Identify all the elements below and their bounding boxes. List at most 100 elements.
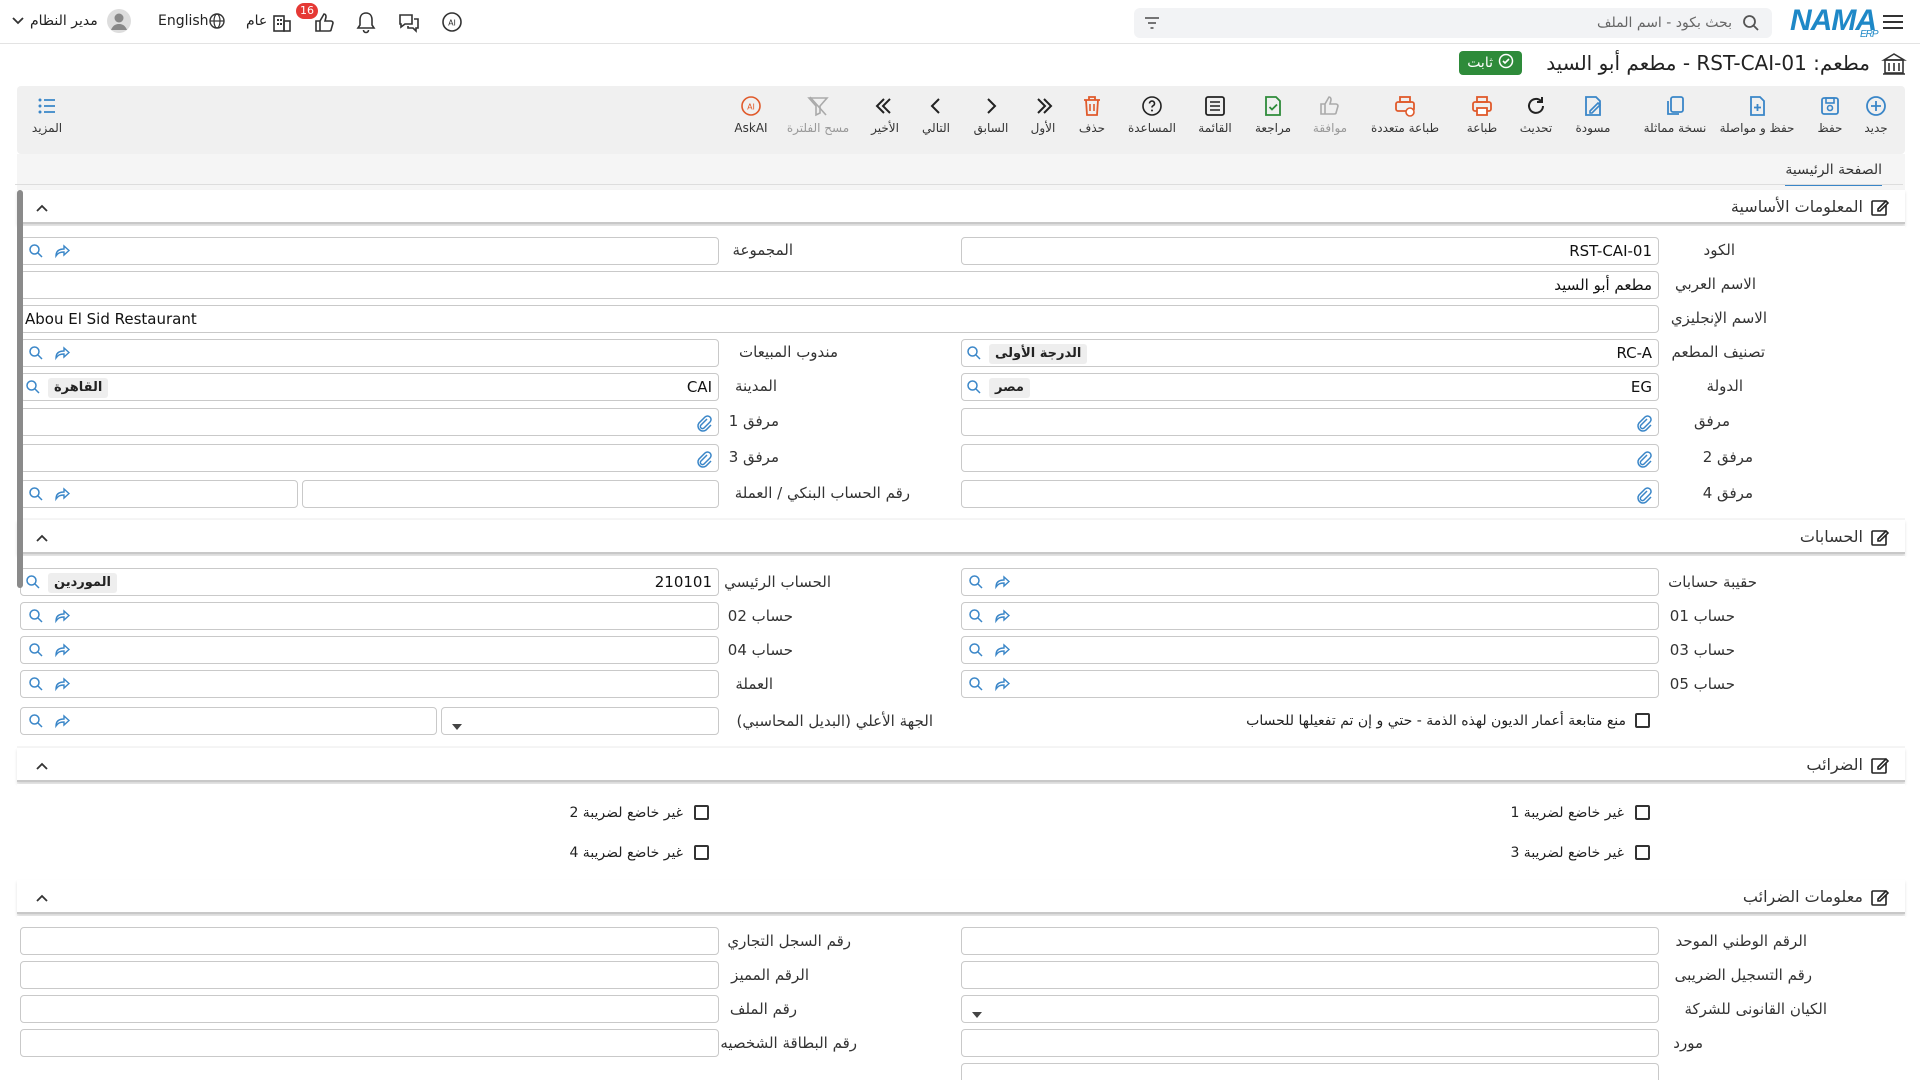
- next-field-partial[interactable]: [961, 1063, 1659, 1080]
- lookup-search-icon[interactable]: [968, 676, 984, 696]
- parent-entity-type-select[interactable]: [441, 707, 719, 735]
- paperclip-icon[interactable]: [1636, 414, 1652, 436]
- tax1-checkbox[interactable]: [1635, 805, 1650, 820]
- more-button[interactable]: المزيد: [17, 94, 77, 135]
- open-link-icon[interactable]: [54, 713, 71, 733]
- lookup-search-icon[interactable]: [28, 676, 44, 696]
- previous-record-button[interactable]: السابق: [961, 94, 1021, 135]
- open-link-icon[interactable]: [994, 676, 1011, 696]
- commercial-reg-field[interactable]: [20, 927, 719, 955]
- acc03-field[interactable]: [961, 636, 1659, 664]
- company-icon[interactable]: [271, 11, 293, 33]
- clear-filter-button[interactable]: مسح الفلترة: [787, 94, 849, 135]
- open-link-icon[interactable]: [54, 486, 71, 506]
- lookup-search-icon[interactable]: [968, 642, 984, 662]
- next-record-button[interactable]: التالي: [906, 94, 966, 135]
- caret-down-icon[interactable]: [972, 1005, 982, 1023]
- lookup-search-icon[interactable]: [28, 243, 44, 263]
- file-no-field[interactable]: [20, 995, 719, 1023]
- avatar[interactable]: [106, 8, 132, 34]
- chat-icon[interactable]: [397, 10, 421, 34]
- scope-label[interactable]: عام: [246, 13, 267, 29]
- lookup-search-icon[interactable]: [28, 345, 44, 365]
- arabic-name-field[interactable]: مطعم أبو السيد: [20, 271, 1659, 299]
- id-card-field[interactable]: [20, 1029, 719, 1057]
- caret-down-icon[interactable]: [452, 717, 462, 735]
- open-link-icon[interactable]: [994, 642, 1011, 662]
- portfolio-field[interactable]: [961, 568, 1659, 596]
- sales-rep-field[interactable]: [20, 339, 719, 367]
- help-button[interactable]: المساعدة: [1122, 94, 1182, 135]
- lookup-search-icon[interactable]: [968, 574, 984, 594]
- bank-account-number-field[interactable]: [302, 480, 719, 508]
- ai-assistant-icon[interactable]: AI: [440, 10, 464, 34]
- user-name[interactable]: مدير النظام: [30, 13, 98, 29]
- list-button[interactable]: القائمة: [1185, 94, 1245, 135]
- open-link-icon[interactable]: [54, 608, 71, 628]
- lookup-search-icon[interactable]: [25, 574, 41, 594]
- chevron-up-icon[interactable]: [35, 199, 49, 217]
- group-field[interactable]: [20, 237, 719, 265]
- tax2-checkbox[interactable]: [694, 805, 709, 820]
- paperclip-icon[interactable]: [696, 450, 712, 472]
- lookup-search-icon[interactable]: [28, 486, 44, 506]
- tax-reg-field[interactable]: [961, 961, 1659, 989]
- hamburger-menu-icon[interactable]: [1882, 12, 1904, 32]
- approve-button[interactable]: موافقة: [1300, 94, 1360, 135]
- attachment-field[interactable]: [961, 408, 1659, 436]
- prevent-aging-checkbox[interactable]: [1635, 713, 1650, 728]
- acc02-field[interactable]: [20, 602, 719, 630]
- code-field[interactable]: RST-CAI-01: [961, 237, 1659, 265]
- review-button[interactable]: مراجعة: [1243, 94, 1303, 135]
- refresh-button[interactable]: تحديث: [1506, 94, 1566, 135]
- tax3-checkbox[interactable]: [1635, 845, 1650, 860]
- city-field[interactable]: CAI القاهرة: [20, 373, 719, 401]
- chevron-up-icon[interactable]: [35, 529, 49, 547]
- attachment2-field[interactable]: [961, 444, 1659, 472]
- tab-main[interactable]: الصفحة الرئيسية: [1785, 162, 1882, 186]
- bank-currency-field[interactable]: [20, 480, 298, 508]
- open-link-icon[interactable]: [54, 676, 71, 696]
- save-continue-button[interactable]: حفظ و مواصلة: [1720, 94, 1794, 135]
- lookup-search-icon[interactable]: [28, 642, 44, 662]
- open-link-icon[interactable]: [54, 642, 71, 662]
- open-link-icon[interactable]: [54, 243, 71, 263]
- draft-button[interactable]: مسودة: [1563, 94, 1623, 135]
- parent-entity-field[interactable]: [20, 707, 437, 735]
- acc04-field[interactable]: [20, 636, 719, 664]
- nama-logo[interactable]: NAMA ERP: [1790, 4, 1879, 40]
- globe-icon[interactable]: [208, 12, 226, 30]
- chevron-up-icon[interactable]: [35, 757, 49, 775]
- classification-field[interactable]: RC-A الدرجة الأولى: [961, 339, 1659, 367]
- askai-button[interactable]: AI AskAI: [721, 94, 781, 135]
- currency-field[interactable]: [20, 670, 719, 698]
- last-record-button[interactable]: الأخير: [855, 94, 915, 135]
- lookup-search-icon[interactable]: [28, 713, 44, 733]
- attachment3-field[interactable]: [20, 444, 719, 472]
- scrollbar-thumb[interactable]: [17, 190, 23, 588]
- attachment1-field[interactable]: [20, 408, 719, 436]
- country-field[interactable]: EG مصر: [961, 373, 1659, 401]
- lookup-search-icon[interactable]: [28, 608, 44, 628]
- paperclip-icon[interactable]: [1636, 450, 1652, 472]
- national-id-field[interactable]: [961, 927, 1659, 955]
- paperclip-icon[interactable]: [696, 414, 712, 436]
- lookup-search-icon[interactable]: [966, 345, 982, 365]
- section-taxes[interactable]: الضرائب: [17, 748, 1905, 782]
- filter-icon[interactable]: [1144, 16, 1160, 30]
- attachment4-field[interactable]: [961, 480, 1659, 508]
- acc05-field[interactable]: [961, 670, 1659, 698]
- paperclip-icon[interactable]: [1636, 486, 1652, 508]
- open-link-icon[interactable]: [994, 574, 1011, 594]
- open-link-icon[interactable]: [54, 345, 71, 365]
- distinguished-no-field[interactable]: [20, 961, 719, 989]
- bell-icon[interactable]: [355, 10, 377, 34]
- section-tax-info[interactable]: معلومات الضرائب: [17, 880, 1905, 914]
- lookup-search-icon[interactable]: [968, 608, 984, 628]
- open-link-icon[interactable]: [994, 608, 1011, 628]
- multi-print-button[interactable]: طباعة متعددة: [1371, 94, 1439, 135]
- section-basic-info[interactable]: المعلومات الأساسية: [17, 190, 1905, 224]
- section-accounts[interactable]: الحسابات: [17, 520, 1905, 554]
- acc01-field[interactable]: [961, 602, 1659, 630]
- language-switch[interactable]: English: [158, 13, 209, 29]
